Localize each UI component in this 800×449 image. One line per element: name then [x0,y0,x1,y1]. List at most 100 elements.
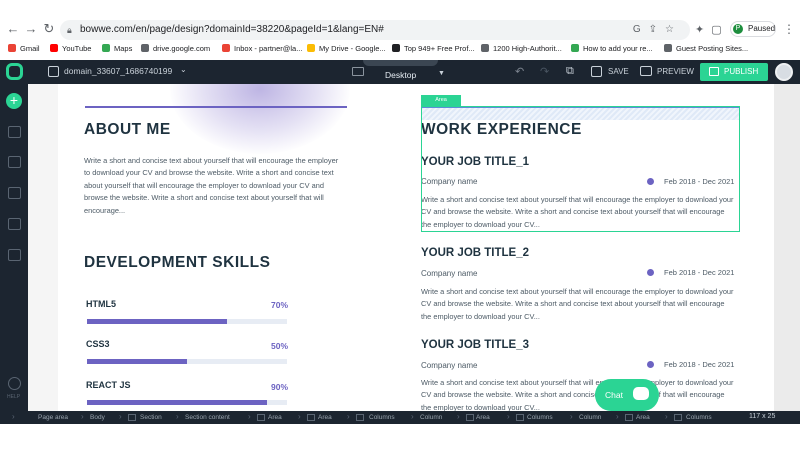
forward-icon[interactable]: → [24,22,38,36]
skill-bar-fill [87,400,267,405]
bookmark-favicon-icon [664,44,672,52]
breadcrumb-item[interactable]: Page area [38,413,68,422]
breadcrumb-item[interactable]: Columns [527,413,553,422]
bookmark-favicon-icon [222,44,230,52]
lock-icon: 🔒︎ [67,25,72,35]
about-text[interactable]: Write a short and concise text about you… [84,155,346,217]
save-button[interactable]: SAVE [608,67,629,76]
layers-icon[interactable] [8,249,21,261]
analytics-icon[interactable] [8,218,21,230]
document-icon [48,66,59,77]
skill-name[interactable]: HTML5 [86,299,116,309]
breadcrumb-element-icon [356,414,364,421]
breadcrumb-item[interactable]: Column [420,413,442,422]
device-selector[interactable]: Desktop [385,70,416,80]
about-heading[interactable]: ABOUT ME [84,121,171,139]
breadcrumb-arrow-icon: › [616,412,619,421]
bookmark-item[interactable]: drive.google.com [141,43,210,55]
preview-button[interactable]: PREVIEW [657,67,694,76]
bookmark-item[interactable]: Top 949+ Free Prof... [392,43,475,55]
skills-heading[interactable]: DEVELOPMENT SKILLS [84,254,270,272]
back-icon[interactable]: ← [6,22,20,36]
skill-bar-fill [87,359,187,364]
save-icon[interactable] [591,66,602,77]
breadcrumb-arrow-icon: › [298,412,301,421]
selected-area-outline[interactable] [421,106,740,232]
publish-icon [709,67,719,76]
skill-name[interactable]: CSS3 [86,339,110,349]
skill-bar[interactable] [87,359,287,364]
publish-label: PUBLISH [724,67,759,76]
extensions-icon[interactable]: ✦▢ [695,23,729,36]
breadcrumb-item[interactable]: Area [268,413,282,422]
company-name[interactable]: Company name [421,269,477,278]
url-text: bowwe.com/en/page/design?domainId=38220&… [80,24,384,35]
skill-bar[interactable] [87,400,287,405]
job-description[interactable]: Write a short and concise text about you… [421,286,736,323]
bookmark-favicon-icon [50,44,58,52]
device-chevron-icon[interactable]: ▼ [438,70,445,77]
bookmark-favicon-icon [571,44,579,52]
breadcrumb-element-icon [257,414,265,421]
bookmark-label: Maps [114,44,133,53]
chat-button[interactable]: Chat [595,379,659,411]
breadcrumb-item[interactable]: Area [476,413,490,422]
bookmark-item[interactable]: Guest Posting Sites... [664,43,748,55]
url-bar[interactable]: 🔒︎ bowwe.com/en/page/design?domainId=382… [60,20,690,40]
chevron-down-icon[interactable]: ⌄ [180,65,187,74]
job-dates[interactable]: Feb 2018 - Dec 2021 [664,268,734,277]
breadcrumb-item[interactable]: Columns [686,413,712,422]
monitor-icon [352,67,364,76]
skill-bar[interactable] [87,319,287,324]
user-avatar[interactable] [775,63,793,81]
pages-icon[interactable] [8,126,21,138]
breadcrumb-item[interactable]: Body [90,413,105,422]
edit-icon[interactable] [8,156,21,168]
undo-icon[interactable]: ↶ [515,65,524,78]
brush-icon[interactable] [8,187,21,199]
breadcrumb-element-icon [625,414,633,421]
bookmark-favicon-icon [8,44,16,52]
timeline-dot [647,361,654,368]
bookmark-item[interactable]: My Drive - Google... [307,43,386,55]
breadcrumb-item[interactable]: Area [636,413,650,422]
job-title[interactable]: YOUR JOB TITLE_3 [421,339,529,351]
company-name[interactable]: Company name [421,361,477,370]
skill-bar-fill [87,319,227,324]
breadcrumb-item[interactable]: Section content [185,413,230,422]
redo-icon[interactable]: ↷ [540,65,549,78]
breadcrumb-item[interactable]: Columns [369,413,395,422]
add-element-icon[interactable]: + [6,93,22,109]
bookmark-item[interactable]: How to add your re... [571,43,653,55]
bookmark-favicon-icon [307,44,315,52]
bowwe-logo-icon[interactable] [6,63,23,80]
breadcrumb-item[interactable]: Column [579,413,601,422]
area-badge[interactable]: Area [421,95,461,106]
reload-icon[interactable]: ↻ [42,22,56,36]
help-icon[interactable] [8,377,21,390]
preview-icon[interactable] [640,66,652,76]
profile-avatar: P [733,24,743,34]
breadcrumb-item[interactable]: Area [318,413,332,422]
browser-menu-icon[interactable]: ⋮ [783,22,795,36]
canvas-scroll-gutter[interactable] [774,84,800,411]
job-description[interactable]: Write a short and concise text about you… [421,377,736,411]
skill-name[interactable]: REACT JS [86,380,131,390]
editor-sidebar: + HELP [0,84,28,411]
job-title[interactable]: YOUR JOB TITLE_2 [421,247,529,259]
document-name[interactable]: domain_33607_1686740199 [64,66,172,76]
bookmark-item[interactable]: Gmail [8,43,40,55]
breadcrumb-element-icon [307,414,315,421]
url-action-icons[interactable]: G⇪☆ [633,20,682,40]
publish-button[interactable]: PUBLISH [700,63,768,81]
job-dates[interactable]: Feb 2018 - Dec 2021 [664,360,734,369]
skill-percent: 90% [270,382,288,392]
share-icon[interactable]: ⧉ [566,65,574,78]
bookmark-item[interactable]: Inbox - partner@la... [222,43,302,55]
bookmark-item[interactable]: Maps [102,43,132,55]
bookmark-item[interactable]: 1200 High-Authorit... [481,43,562,55]
profile-button[interactable]: P Paused [730,21,776,37]
bookmark-item[interactable]: YouTube [50,43,91,55]
breadcrumb-item[interactable]: Section [140,413,162,422]
bookmark-label: How to add your re... [583,44,653,53]
